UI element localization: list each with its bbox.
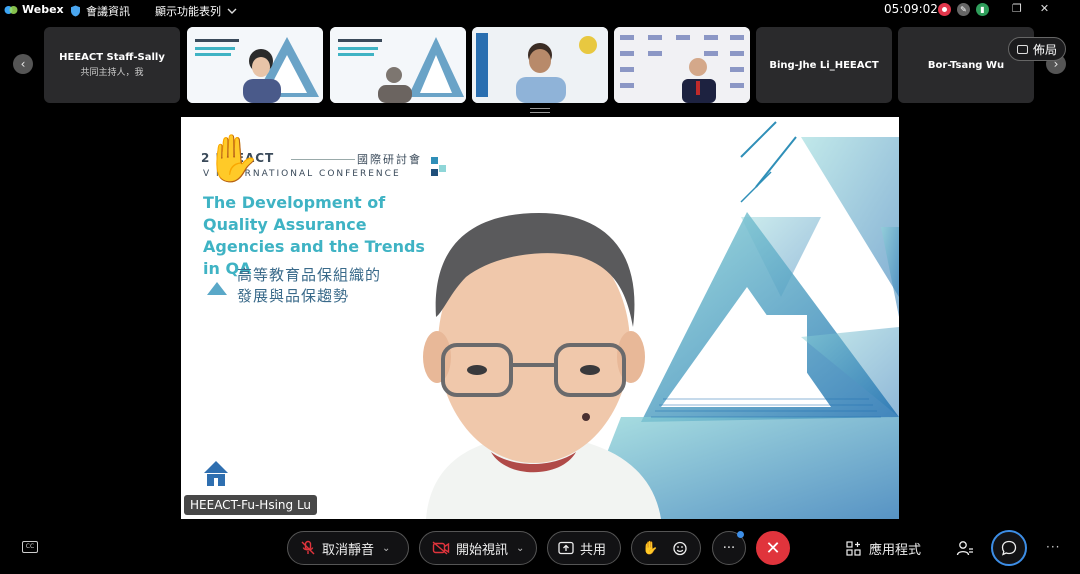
window-controls: ❐ ✕	[1012, 2, 1049, 15]
share-screen-icon	[558, 541, 574, 555]
participant-video	[330, 27, 466, 103]
meeting-info-button[interactable]: 會議資訊	[70, 3, 130, 19]
restore-window-icon[interactable]: ❐	[1012, 2, 1022, 15]
chevron-down-icon	[227, 8, 237, 14]
participant-video-tile[interactable]	[187, 27, 323, 103]
mic-muted-icon	[301, 540, 315, 555]
title-bar: Webex 會議資訊 顯示功能表列 05:09:02 ✎ ▮ ❐ ✕	[0, 0, 1080, 20]
participant-name: Bor-Tsang Wu	[927, 59, 1005, 71]
slide-title-cjk-line-2: 發展與品保趨勢	[237, 287, 350, 305]
overflow-menu-button[interactable]: ···	[1046, 540, 1060, 554]
view-menu-label: 顯示功能表列	[155, 5, 221, 18]
participant-video	[187, 27, 323, 103]
participant-video-tile[interactable]	[330, 27, 466, 103]
participant-video	[472, 27, 608, 103]
video-off-icon	[432, 541, 450, 555]
filmstrip-resize-handle[interactable]	[530, 108, 550, 113]
chevron-down-icon[interactable]: ⌄	[382, 543, 390, 554]
slide-title-cjk: 高等教育品保組織的 發展與品保趨勢	[237, 265, 381, 307]
chevron-down-icon[interactable]: ⌄	[516, 543, 524, 554]
meeting-timer: 05:09:02	[884, 2, 938, 16]
slide-title-cjk-line-1: 高等教育品保組織的	[237, 266, 382, 284]
layout-button[interactable]: 佈局	[1008, 37, 1067, 61]
recording-icon[interactable]	[938, 3, 951, 16]
edit-icon[interactable]: ✎	[957, 3, 970, 16]
participant-video-tile[interactable]	[472, 27, 608, 103]
participant-video-tile[interactable]	[614, 27, 750, 103]
participant-name: Bing-Jhe Li_HEEACT	[769, 59, 879, 71]
meeting-info-label: 會議資訊	[86, 5, 130, 18]
slide-conference-cjk: 國際研討會	[357, 153, 422, 166]
webex-logo-icon	[4, 5, 18, 14]
share-label: 共用	[580, 542, 607, 558]
raise-hand-button[interactable]: ✋	[642, 541, 658, 556]
apps-button[interactable]: 應用程式	[846, 539, 921, 558]
start-video-label: 開始視訊	[456, 542, 509, 558]
chat-icon	[1001, 540, 1017, 556]
apps-label: 應用程式	[869, 543, 922, 558]
shield-icon	[71, 5, 80, 17]
view-menu-button[interactable]: 顯示功能表列	[155, 3, 237, 19]
participants-icon	[956, 541, 973, 556]
reactions-group: ✋	[631, 531, 701, 565]
layout-grid-icon	[1017, 44, 1028, 54]
meeting-controls: CC 取消靜音 ⌄ 開始視訊 ⌄ 共用 ✋ ··· ✕ 應用程式 ···	[0, 530, 1080, 568]
speaker-name-tag: HEEACT-Fu-Hsing Lu	[184, 495, 318, 515]
emoji-reaction-icon[interactable]	[672, 540, 688, 556]
participant-filmstrip: ‹ HEEACT Staff-Sally 共同主持人，我 Bing-Jhe Li…	[0, 26, 1080, 106]
chat-button[interactable]	[991, 530, 1027, 566]
participant-role: 共同主持人，我	[80, 68, 144, 78]
close-window-icon[interactable]: ✕	[1040, 2, 1049, 15]
active-speaker-video[interactable]: 2 HEEACT 國際研討會 V INTERNATIONAL CONFERENC…	[181, 117, 899, 519]
notification-dot	[737, 531, 744, 538]
participant-tile[interactable]: HEEACT Staff-Sally 共同主持人，我	[44, 27, 180, 103]
unmute-label: 取消靜音	[322, 542, 375, 558]
participant-video	[614, 27, 750, 103]
unmute-button[interactable]: 取消靜音 ⌄	[287, 531, 409, 565]
slide-divider	[291, 159, 355, 160]
filmstrip-prev-button[interactable]: ‹	[13, 54, 33, 74]
participant-tile[interactable]: Bing-Jhe Li_HEEACT	[756, 27, 892, 103]
app-brand: Webex	[4, 3, 64, 16]
layout-label: 佈局	[1033, 42, 1058, 57]
share-button[interactable]: 共用	[547, 531, 621, 565]
leave-meeting-button[interactable]: ✕	[756, 531, 790, 565]
status-indicators: ✎ ▮	[938, 3, 989, 16]
participant-name: HEEACT Staff-Sally	[59, 52, 165, 63]
start-video-button[interactable]: 開始視訊 ⌄	[419, 531, 537, 565]
participants-button[interactable]	[948, 531, 982, 565]
app-name: Webex	[22, 3, 64, 16]
network-icon[interactable]: ▮	[976, 3, 989, 16]
closed-captions-button[interactable]: CC	[22, 541, 38, 553]
apps-grid-icon	[846, 541, 861, 556]
raised-hand-icon: ✋	[204, 131, 262, 185]
